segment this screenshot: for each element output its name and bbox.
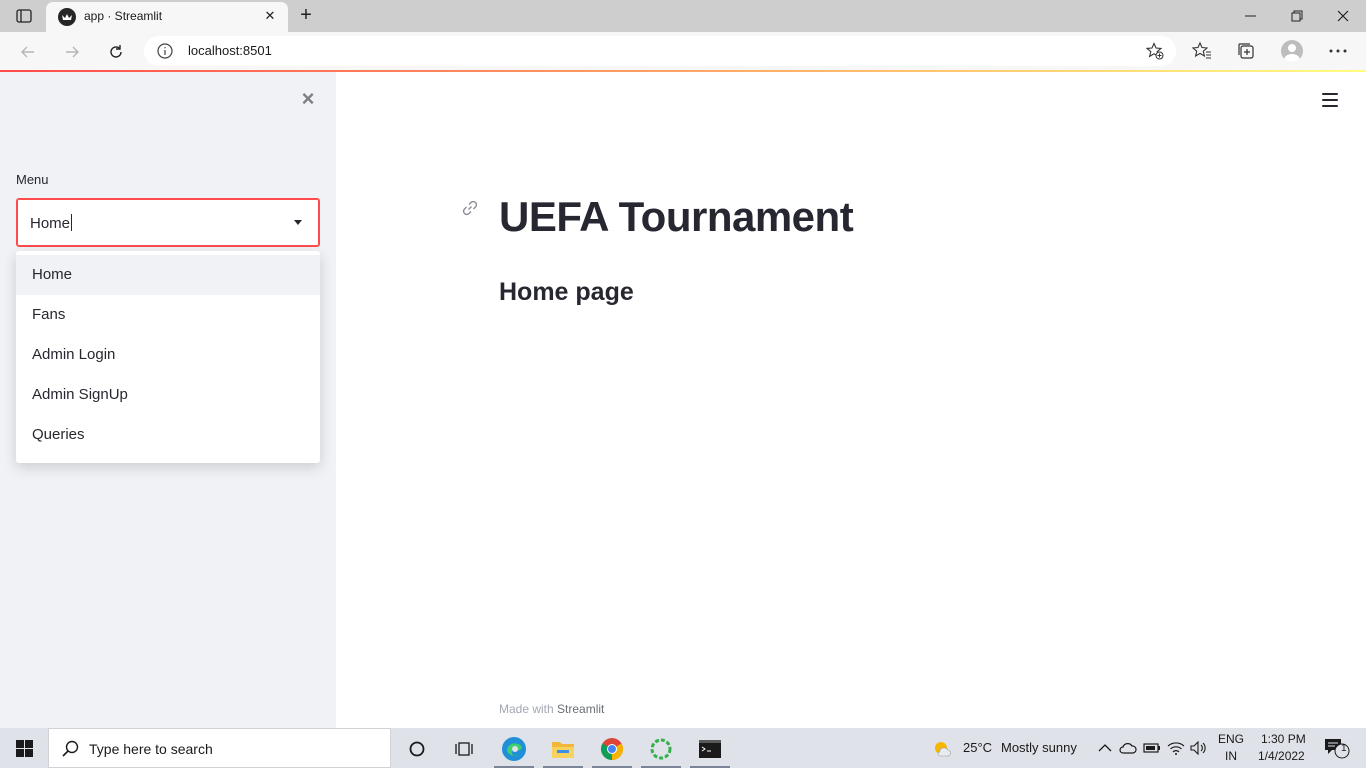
loading-app-icon[interactable] <box>638 732 684 768</box>
streamlit-favicon-icon <box>58 8 76 26</box>
weather-desc[interactable]: Mostly sunny <box>1001 740 1077 755</box>
chevron-up-icon[interactable] <box>1095 738 1115 758</box>
start-button[interactable] <box>0 728 48 768</box>
new-tab-icon[interactable]: + <box>296 5 316 26</box>
link-anchor-icon[interactable] <box>460 198 480 218</box>
sidebar-close-icon[interactable]: × <box>298 88 318 110</box>
restore-icon[interactable] <box>1274 0 1320 32</box>
option-admin-signup[interactable]: Admin SignUp <box>16 375 320 415</box>
region-indicator[interactable]: IN <box>1225 749 1237 763</box>
cortana-icon[interactable] <box>394 732 440 766</box>
text-caret <box>71 214 73 231</box>
page-title: UEFA Tournament <box>499 193 854 240</box>
refresh-icon[interactable] <box>103 39 129 65</box>
browser-toolbar: localhost:8501 <box>0 32 1366 71</box>
profile-avatar[interactable] <box>1281 40 1303 62</box>
weather-sun-icon[interactable] <box>932 738 952 758</box>
volume-icon[interactable] <box>1189 738 1209 758</box>
search-placeholder: Type here to search <box>89 741 213 757</box>
footer-streamlit-link[interactable]: Streamlit <box>557 702 604 716</box>
hamburger-menu-icon[interactable] <box>1320 91 1340 109</box>
chevron-down-icon[interactable] <box>294 220 302 225</box>
clock-date[interactable]: 1/4/2022 <box>1258 749 1305 763</box>
back-icon[interactable] <box>15 39 41 65</box>
browser-tab[interactable]: app · Streamlit ✕ <box>46 2 288 32</box>
footer: Made with Streamlit <box>499 702 604 716</box>
option-queries[interactable]: Queries <box>16 415 320 455</box>
taskbar-search[interactable]: Type here to search <box>48 728 391 768</box>
collections-icon[interactable] <box>1234 39 1258 63</box>
search-icon <box>61 739 81 759</box>
notification-icon[interactable]: 1 <box>1322 738 1352 759</box>
browser-tab-bar: app · Streamlit ✕ + <box>0 0 1366 32</box>
minimize-icon[interactable] <box>1228 0 1274 32</box>
menu-label: Menu <box>16 172 49 187</box>
windows-logo-icon <box>15 739 33 757</box>
add-favorite-icon[interactable] <box>1145 42 1164 60</box>
footer-prefix: Made with <box>499 702 558 716</box>
url-text: localhost:8501 <box>188 43 272 58</box>
menu-select[interactable]: Home <box>16 198 320 247</box>
tab-close-icon[interactable]: ✕ <box>262 8 278 24</box>
select-value[interactable]: Home <box>30 214 73 232</box>
wifi-icon[interactable] <box>1166 738 1186 758</box>
close-window-icon[interactable] <box>1320 0 1366 32</box>
notification-count: 1 <box>1341 743 1347 754</box>
onedrive-cloud-icon[interactable] <box>1118 738 1138 758</box>
page-subtitle: Home page <box>499 278 634 306</box>
clock-time[interactable]: 1:30 PM <box>1261 732 1306 746</box>
battery-icon[interactable] <box>1142 738 1162 758</box>
more-options-icon[interactable] <box>1326 39 1350 63</box>
language-indicator[interactable]: ENG <box>1218 732 1244 746</box>
option-fans[interactable]: Fans <box>16 295 320 335</box>
tab-actions-icon[interactable] <box>12 6 36 26</box>
option-admin-login[interactable]: Admin Login <box>16 335 320 375</box>
tab-title: app · Streamlit <box>84 9 163 23</box>
select-dropdown: Home Fans Admin Login Admin SignUp Queri… <box>16 251 320 463</box>
site-info-icon[interactable] <box>156 42 174 60</box>
weather-temp[interactable]: 25°C <box>963 740 992 755</box>
taskbar: Type here to search 25°C Mostly sunny EN… <box>0 728 1366 768</box>
edge-browser-icon[interactable] <box>491 732 537 768</box>
option-home[interactable]: Home <box>16 255 320 295</box>
sidebar: × Menu Home Home Fans Admin Login Admin … <box>0 72 336 728</box>
chrome-icon[interactable] <box>589 732 635 768</box>
terminal-icon[interactable] <box>687 732 733 768</box>
file-explorer-icon[interactable] <box>540 732 586 768</box>
forward-icon[interactable] <box>59 39 85 65</box>
favorites-icon[interactable] <box>1190 39 1214 63</box>
address-bar[interactable]: localhost:8501 <box>144 36 1176 66</box>
task-view-icon[interactable] <box>441 732 487 766</box>
